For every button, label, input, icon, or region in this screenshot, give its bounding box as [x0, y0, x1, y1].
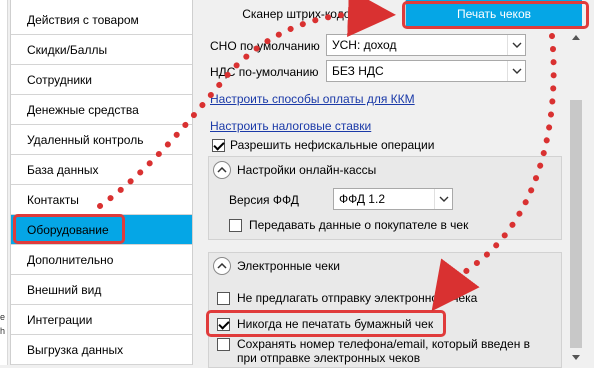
sidebar-item-data-export[interactable]: Выгрузка данных	[11, 335, 192, 365]
settings-sidebar: Действия с товаром Скидки/Баллы Сотрудни…	[10, 0, 193, 365]
sidebar-item-label: Контакты	[27, 192, 79, 207]
scroll-up-icon[interactable]	[568, 30, 584, 44]
sidebar-item-label: Сотрудники	[27, 72, 92, 87]
chevron-down-icon[interactable]	[434, 189, 452, 209]
allow-nonfiscal-checkbox[interactable]	[212, 139, 225, 152]
no-offer-electronic-checkbox[interactable]	[217, 292, 230, 305]
sidebar-item-cash[interactable]: Денежные средства	[11, 95, 192, 125]
sidebar-item-additional[interactable]: Дополнительно	[11, 245, 192, 275]
tab-barcode-scanner[interactable]: Сканер штрих-кодов	[194, 0, 406, 28]
save-contact-label-line1: Сохранять номер телефона/email, который …	[237, 337, 531, 351]
nds-label: НДС по-умолчанию	[210, 65, 319, 79]
online-kassa-group-header: Настройки онлайн-кассы	[209, 157, 561, 183]
collapse-up-icon[interactable]	[213, 257, 231, 275]
sidebar-item-label: Выгрузка данных	[27, 342, 124, 357]
sidebar-item-remote-control[interactable]: Удаленный контроль	[11, 125, 192, 155]
sidebar-item-label: Внешний вид	[27, 282, 102, 297]
sidebar-item-integrations[interactable]: Интеграции	[11, 305, 192, 335]
save-contact-label-line2: при отправке электронных чеков	[237, 351, 421, 365]
group-title: Настройки онлайн-кассы	[237, 163, 377, 177]
no-offer-electronic-label: Не предлагать отправку электронного чека	[237, 291, 478, 305]
sidebar-item-discounts[interactable]: Скидки/Баллы	[11, 35, 192, 65]
sidebar-item-label: База данных	[27, 162, 99, 177]
highlight-equipment	[13, 214, 125, 244]
collapse-up-icon[interactable]	[213, 161, 231, 179]
ffd-version-label: Версия ФФД	[229, 193, 299, 207]
payment-methods-link[interactable]: Настроить способы оплаты для ККМ	[210, 92, 415, 106]
highlight-print-tab	[402, 1, 589, 29]
sno-label: СНО по-умолчанию	[210, 39, 320, 53]
sidebar-item-label: Дополнительно	[27, 252, 114, 267]
sidebar-item-label: Скидки/Баллы	[27, 42, 108, 57]
sidebar-item-label: Действия с товаром	[27, 12, 139, 27]
tab-label: Сканер штрих-кодов	[242, 7, 357, 21]
sidebar-item-label: Денежные средства	[27, 102, 139, 117]
sidebar-item-label: Удаленный контроль	[27, 132, 144, 147]
online-kassa-group: Настройки онлайн-кассы Версия ФФД ФФД 1.…	[208, 156, 562, 240]
scroll-down-icon[interactable]	[568, 350, 584, 364]
sidebar-item-database[interactable]: База данных	[11, 155, 192, 185]
allow-nonfiscal-label: Разрешить нефискальные операции	[230, 138, 435, 152]
edge-fragment: h	[0, 326, 6, 336]
nds-select[interactable]: БЕЗ НДС	[326, 60, 526, 82]
electronic-receipts-group-header: Электронные чеки	[209, 253, 561, 279]
sidebar-item-appearance[interactable]: Внешний вид	[11, 275, 192, 305]
ffd-version-select[interactable]: ФФД 1.2	[333, 188, 453, 210]
edge-fragment: е	[0, 312, 6, 322]
left-edge: е h	[0, 0, 8, 365]
group-title: Электронные чеки	[237, 259, 340, 273]
highlight-never-print	[206, 310, 446, 337]
sno-select[interactable]: УСН: доход	[326, 34, 526, 56]
sidebar-item-goods-actions[interactable]: Действия с товаром	[11, 5, 192, 35]
scrollbar-thumb[interactable]	[570, 100, 582, 348]
send-buyer-data-label: Передавать данные о покупателе в чек	[249, 218, 469, 232]
sidebar-item-contacts[interactable]: Контакты	[11, 185, 192, 215]
sidebar-item-employees[interactable]: Сотрудники	[11, 65, 192, 95]
nds-value: БЕЗ НДС	[332, 64, 384, 78]
sno-value: УСН: доход	[332, 38, 397, 52]
send-buyer-data-checkbox[interactable]	[229, 219, 242, 232]
save-contact-checkbox[interactable]	[217, 338, 230, 351]
tax-rates-link[interactable]: Настроить налоговые ставки	[210, 119, 371, 133]
sidebar-item-label: Интеграции	[27, 312, 93, 327]
chevron-down-icon[interactable]	[507, 61, 525, 81]
ffd-version-value: ФФД 1.2	[339, 192, 385, 206]
chevron-down-icon[interactable]	[507, 35, 525, 55]
vertical-scrollbar[interactable]	[568, 28, 584, 365]
